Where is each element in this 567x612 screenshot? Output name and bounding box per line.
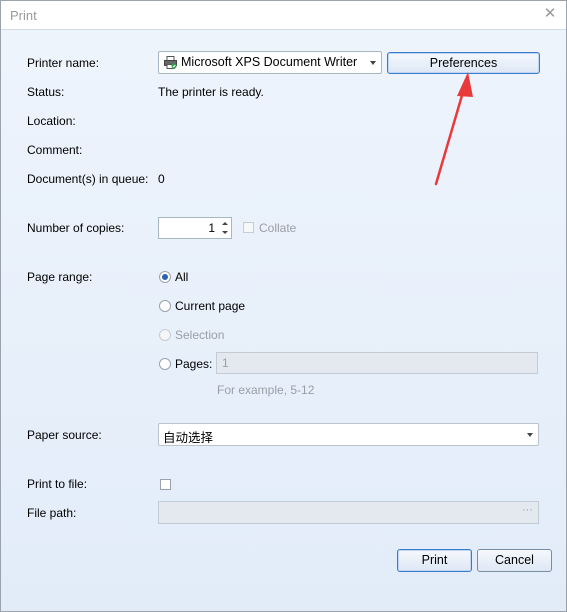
radio-all-label: All <box>175 270 189 284</box>
dialog-body: Printer name: Microsoft XPS Document Wri… <box>1 30 566 611</box>
radio-selection-label: Selection <box>175 328 225 342</box>
chevron-down-icon <box>527 433 533 437</box>
comment-label: Comment: <box>27 143 83 157</box>
location-label: Location: <box>27 114 76 128</box>
printer-icon <box>164 56 177 69</box>
browse-button[interactable]: ··· <box>522 504 533 516</box>
close-icon[interactable]: ✕ <box>542 6 558 22</box>
paper-source-select[interactable]: 自动选择 <box>158 423 539 446</box>
window-title: Print <box>10 8 37 23</box>
radio-selection[interactable] <box>159 329 171 341</box>
print-button[interactable]: Print <box>397 549 472 572</box>
radio-pages-label: Pages: <box>175 357 213 371</box>
status-value: The printer is ready. <box>158 85 264 99</box>
cancel-button[interactable]: Cancel <box>477 549 552 572</box>
radio-current-page-label: Current page <box>175 299 246 313</box>
queue-label: Document(s) in queue: <box>27 172 149 186</box>
file-path-input[interactable]: ··· <box>158 501 539 524</box>
status-label: Status: <box>27 85 65 99</box>
title-bar: Print ✕ <box>1 1 566 30</box>
radio-pages[interactable] <box>159 358 171 370</box>
pages-hint: For example, 5-12 <box>217 383 315 397</box>
stepper-up-icon[interactable] <box>222 222 228 225</box>
print-to-file-checkbox[interactable] <box>160 479 171 490</box>
printer-select[interactable]: Microsoft XPS Document Writer <box>158 51 382 74</box>
paper-source-label: Paper source: <box>27 428 102 442</box>
page-range-label: Page range: <box>27 270 93 284</box>
preferences-button[interactable]: Preferences <box>387 52 540 74</box>
print-dialog: Print ✕ Printer name: Microsoft XPS Docu… <box>0 0 567 612</box>
paper-source-value: 自动选择 <box>163 431 214 445</box>
radio-current-page[interactable] <box>159 300 171 312</box>
pages-input[interactable]: 1 <box>216 352 538 374</box>
copies-label: Number of copies: <box>27 221 125 235</box>
collate-checkbox[interactable] <box>243 222 254 233</box>
copies-stepper[interactable]: 1 <box>158 217 232 239</box>
printer-select-value: Microsoft XPS Document Writer <box>181 55 358 69</box>
chevron-down-icon <box>370 61 376 65</box>
print-to-file-label: Print to file: <box>27 477 88 491</box>
radio-all[interactable] <box>159 271 171 283</box>
stepper-down-icon[interactable] <box>222 231 228 234</box>
copies-value: 1 <box>208 221 215 235</box>
pages-input-value: 1 <box>222 356 229 370</box>
queue-value: 0 <box>158 172 165 186</box>
printer-name-label: Printer name: <box>27 56 100 70</box>
file-path-label: File path: <box>27 506 77 520</box>
collate-label: Collate <box>259 221 297 235</box>
